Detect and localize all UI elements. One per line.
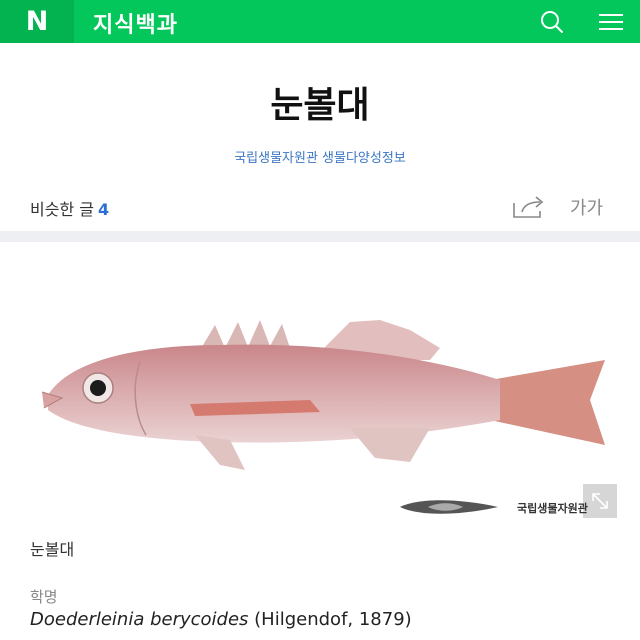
search-icon	[541, 11, 563, 33]
menu-icon	[599, 14, 623, 30]
app-title[interactable]: 지식백과	[93, 7, 178, 39]
naver-logo[interactable]: N	[0, 0, 74, 43]
scientific-name-authority: (Hilgendof, 1879)	[248, 609, 412, 630]
logo-letter: N	[25, 6, 49, 37]
page-title: 눈볼대	[270, 85, 370, 126]
share-button[interactable]	[510, 193, 550, 221]
font-size-button[interactable]: 가가	[570, 194, 603, 220]
image-caption: 눈볼대	[30, 540, 75, 559]
top-navigation-bar: N 지식백과	[0, 0, 640, 43]
source-link[interactable]: 국립생물자원관 생물다양성정보	[0, 147, 640, 166]
search-button[interactable]	[537, 8, 567, 36]
similar-articles-label: 비슷한 글	[30, 200, 94, 219]
share-icon	[513, 196, 544, 218]
menu-button[interactable]	[596, 8, 626, 36]
scientific-name-label: 학명	[30, 588, 58, 606]
similar-articles-link[interactable]: 비슷한 글4	[30, 196, 109, 220]
section-divider	[0, 231, 640, 242]
scientific-name: Doederleinia berycoides (Hilgendof, 1879…	[30, 609, 412, 630]
watermark-text: 국립생물자원관	[517, 502, 588, 515]
similar-articles-count: 4	[97, 200, 110, 219]
scientific-name-binomial: Doederleinia berycoides	[30, 609, 249, 630]
fish-image[interactable]	[20, 300, 620, 500]
